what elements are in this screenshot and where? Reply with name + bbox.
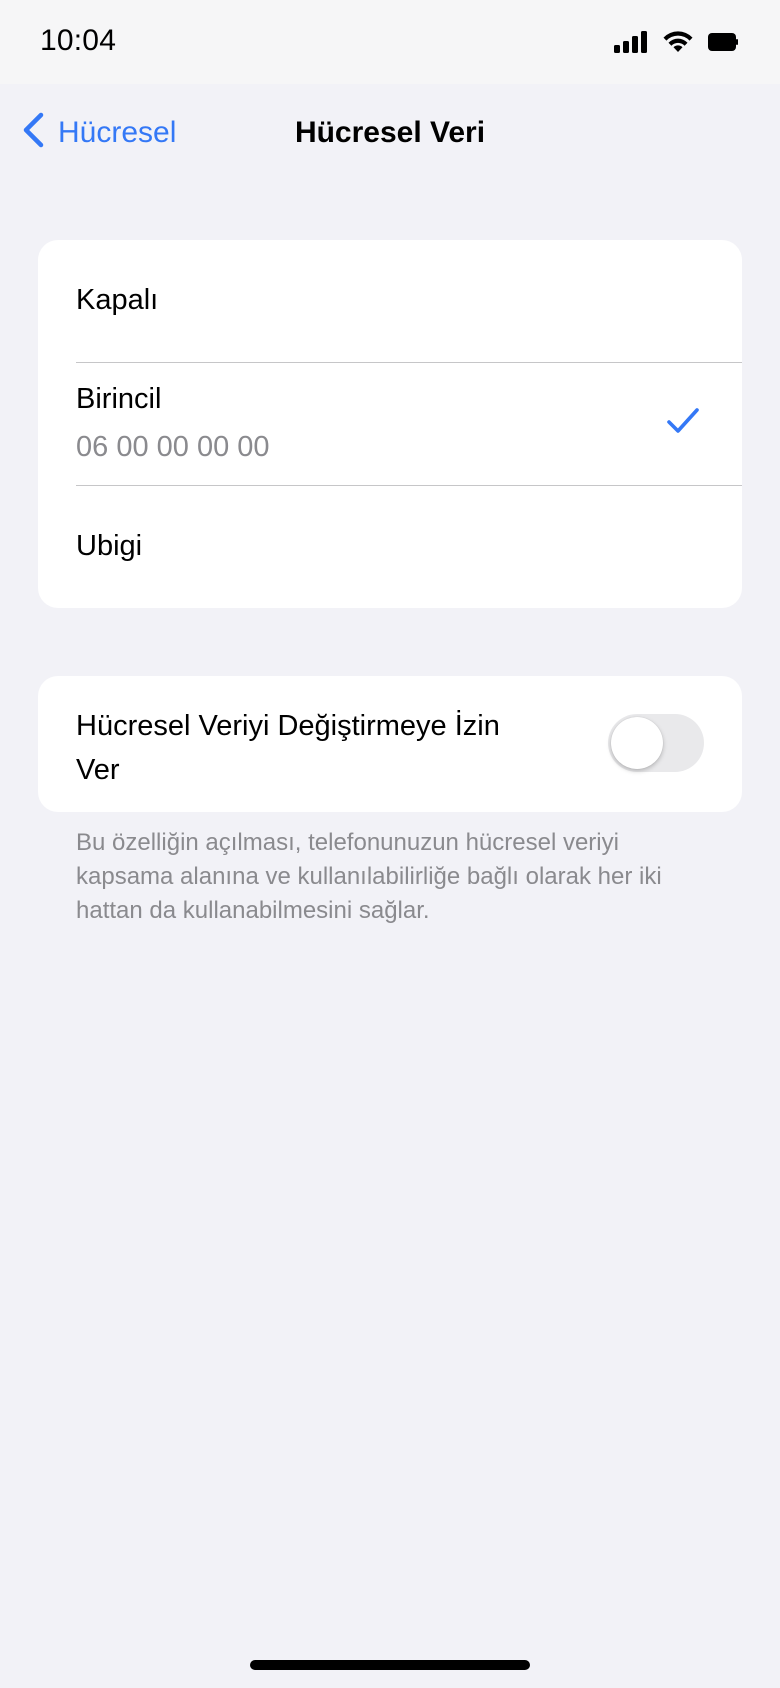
checkmark-icon: [666, 407, 700, 440]
allow-data-switching-label: Hücresel Veriyi Değiştirmeye İzin Ver: [76, 710, 500, 786]
status-bar: 10:04: [0, 0, 780, 84]
status-time: 10:04: [40, 24, 117, 57]
sim-options-group: Kapalı Birincil 06 00 00 00 00 Ubigi: [38, 240, 742, 608]
allow-data-switching-toggle[interactable]: [608, 714, 704, 772]
footer-note: Bu özelliğin açılması, telefonunuzun hüc…: [76, 829, 662, 924]
sim-option-label: Kapalı: [76, 284, 159, 316]
status-icons: [614, 30, 738, 54]
page-title: Hücresel Veri: [0, 116, 780, 150]
sim-option-primary[interactable]: Birincil 06 00 00 00 00: [38, 363, 742, 485]
page-title-text: Hücresel Veri: [294, 116, 486, 149]
allow-data-switching-group: Hücresel Veriyi Değiştirmeye İzin Ver: [38, 676, 742, 812]
sim-option-number: 06 00 00 00 00: [76, 431, 270, 463]
sim-option-label: Birincil: [76, 383, 162, 415]
navigation-bar: Hücresel Hücresel Veri: [0, 84, 780, 180]
toggle-knob: [611, 717, 663, 769]
home-indicator[interactable]: [250, 1660, 530, 1670]
wifi-icon: [662, 30, 694, 54]
cellular-signal-icon: [614, 31, 648, 53]
sim-option-off[interactable]: Kapalı: [38, 240, 742, 362]
sim-option-ubigi[interactable]: Ubigi: [38, 486, 742, 608]
battery-icon: [708, 33, 738, 51]
sim-option-label: Ubigi: [76, 530, 143, 562]
